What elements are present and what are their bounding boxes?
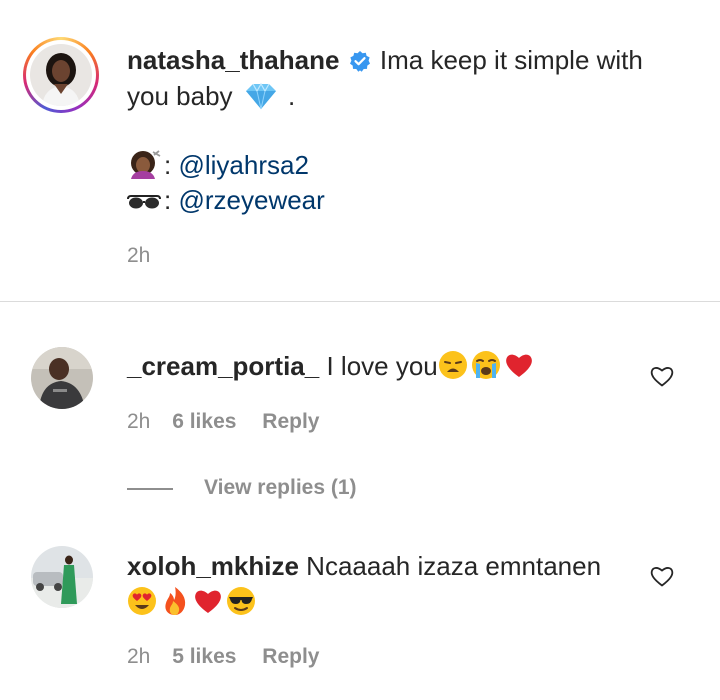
comment-emoji-row <box>127 585 259 624</box>
reply-button[interactable]: Reply <box>262 645 319 668</box>
comment-text-row: xoloh_mkhize Ncaaaah izaza emntanen <box>127 549 601 583</box>
heart-eyes-emoji <box>127 586 157 624</box>
view-replies-button[interactable]: View replies (1) <box>204 476 357 500</box>
fire-emoji <box>160 586 190 624</box>
divider <box>0 301 720 302</box>
avatar <box>30 44 92 106</box>
red-heart-emoji <box>504 350 534 388</box>
gem-emoji <box>244 82 278 118</box>
comment-text-row: _cream_portia_ I love you <box>127 349 537 388</box>
comment-text: Ncaaaah izaza emntanen <box>306 551 602 581</box>
likes-count[interactable]: 6 likes <box>172 410 236 433</box>
comment-meta: 2h 5 likes Reply <box>127 645 319 669</box>
credit-line-glasses: : @rzeyewear <box>127 183 325 222</box>
verified-badge-icon <box>349 46 371 80</box>
caption-line-2: you baby . <box>127 79 295 118</box>
caption-text-line2: you baby <box>127 81 233 111</box>
like-heart-icon[interactable] <box>650 365 674 392</box>
comment-timestamp: 2h <box>127 645 151 668</box>
glasses-emoji <box>127 188 161 222</box>
avatar[interactable] <box>31 347 93 409</box>
comment-username[interactable]: xoloh_mkhize <box>127 551 299 581</box>
avatar[interactable] <box>31 546 93 608</box>
story-ring-avatar[interactable] <box>23 37 99 113</box>
reply-button[interactable]: Reply <box>262 410 319 433</box>
comment-username[interactable]: _cream_portia_ <box>127 351 319 381</box>
caption-text-line1: Ima keep it simple with <box>379 45 643 75</box>
sunglasses-face-emoji <box>226 586 256 624</box>
comment-meta: 2h 6 likes Reply <box>127 410 319 434</box>
crying-face-emoji <box>471 350 501 388</box>
weary-face-emoji <box>438 350 468 388</box>
comment-timestamp: 2h <box>127 410 151 433</box>
like-heart-icon[interactable] <box>650 565 674 592</box>
comment-text: I love you <box>326 351 438 381</box>
mention-link[interactable]: @rzeyewear <box>178 185 324 215</box>
red-heart-emoji <box>193 586 223 624</box>
view-replies-line <box>127 488 173 490</box>
haircut-emoji <box>127 149 161 187</box>
caption-username[interactable]: natasha_thahane <box>127 45 339 75</box>
caption-line-1: natasha_thahane Ima keep it simple with <box>127 43 643 80</box>
view-replies-label: View replies (1) <box>204 476 357 499</box>
mention-link[interactable]: @liyahrsa2 <box>178 150 308 180</box>
likes-count[interactable]: 5 likes <box>172 645 236 668</box>
credit-line-hair: : @liyahrsa2 <box>127 148 309 187</box>
caption-timestamp: 2h <box>127 244 151 267</box>
